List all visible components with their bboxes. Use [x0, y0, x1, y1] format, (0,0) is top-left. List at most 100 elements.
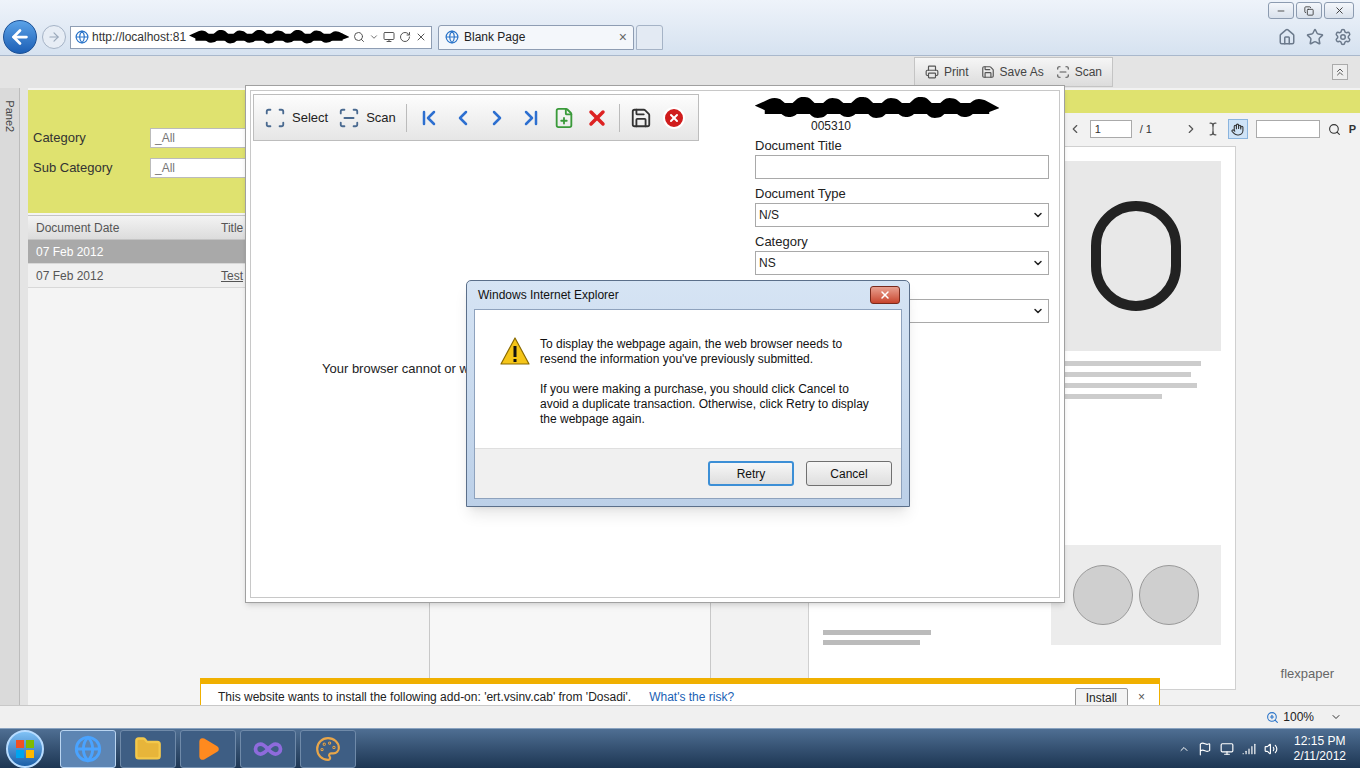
- delete-icon[interactable]: [585, 106, 609, 130]
- page-toolbar-button[interactable]: Save As: [981, 63, 1044, 81]
- visual-studio-icon: [253, 734, 283, 764]
- show-hidden-icons-icon[interactable]: [1178, 743, 1190, 755]
- info-bar: This website wants to install the follow…: [200, 678, 1160, 705]
- side-pane-label: Pane2: [1, 100, 18, 132]
- first-page-icon[interactable]: [417, 106, 441, 130]
- redacted-record-name: [755, 97, 999, 119]
- pan-tool[interactable]: [1228, 119, 1248, 139]
- navigation-row: http://localhost:81 Blank Page×: [0, 20, 1360, 55]
- column-header[interactable]: Title: [221, 219, 243, 237]
- info-bar-close[interactable]: ×: [1138, 688, 1145, 705]
- taskbar-app[interactable]: [180, 730, 236, 768]
- field-input[interactable]: [755, 155, 1049, 179]
- address-bar[interactable]: http://localhost:81: [70, 26, 432, 49]
- field-select[interactable]: N/S: [755, 203, 1049, 227]
- action-center-icon[interactable]: [1198, 742, 1212, 756]
- viewer-search-icon[interactable]: [1328, 123, 1341, 136]
- zoom-level[interactable]: 100%: [1283, 708, 1314, 726]
- plugin-message: Your browser cannot or w: [322, 359, 469, 379]
- browser-chrome: http://localhost:81 Blank Page×: [0, 0, 1360, 56]
- page-toolbar-button[interactable]: Scan: [1056, 63, 1102, 81]
- status-bar: 100%: [0, 705, 1360, 728]
- hand-icon: [1231, 123, 1244, 136]
- save-icon[interactable]: [630, 107, 652, 129]
- alert-button[interactable]: Retry: [708, 461, 794, 486]
- restore-button[interactable]: [1296, 2, 1322, 19]
- new-tab-button[interactable]: [636, 25, 663, 50]
- field-label: Document Title: [755, 136, 842, 156]
- internet-explorer-icon: [74, 735, 102, 763]
- side-pane[interactable]: Pane2: [0, 88, 20, 705]
- search-icon[interactable]: [353, 31, 365, 43]
- previous-page-icon[interactable]: [1068, 122, 1082, 136]
- stop-icon[interactable]: [415, 31, 427, 43]
- minimize-icon: [1276, 6, 1286, 16]
- page-input[interactable]: 1: [1090, 120, 1132, 138]
- taskbar-app[interactable]: [120, 730, 176, 768]
- minimize-button[interactable]: [1268, 2, 1294, 19]
- form-field: Document Title: [755, 137, 1049, 185]
- date-cell: 07 Feb 2012: [28, 243, 221, 261]
- next-icon[interactable]: [485, 106, 509, 130]
- scanner-toolbar: Select Scan: [253, 94, 699, 141]
- viewer-search-input[interactable]: [1256, 120, 1320, 138]
- next-page-icon[interactable]: [1184, 122, 1198, 136]
- collapse-button[interactable]: [1332, 64, 1348, 80]
- info-bar-link[interactable]: What's the risk?: [649, 688, 734, 705]
- clock[interactable]: 12:15 PM2/11/2012: [1294, 734, 1347, 764]
- volume-icon[interactable]: [1264, 742, 1278, 756]
- filter-label: Sub Category: [33, 158, 150, 178]
- column-header[interactable]: Document Date: [28, 219, 221, 237]
- refresh-icon[interactable]: [399, 31, 411, 43]
- close-scan-icon[interactable]: [662, 106, 686, 130]
- favorites-icon[interactable]: [1306, 28, 1324, 46]
- scanner-toolbar-button[interactable]: Select: [264, 107, 328, 129]
- form-field: Document TypeN/S: [755, 185, 1049, 233]
- page-toolbar: Print Save As Scan: [914, 57, 1113, 87]
- folder-icon: [134, 735, 162, 763]
- title-link[interactable]: Test: [221, 267, 243, 285]
- forward-button[interactable]: [42, 25, 66, 49]
- page-icon: [75, 30, 89, 44]
- compatibility-icon[interactable]: [383, 31, 395, 43]
- scanner-toolbar-button[interactable]: Scan: [338, 107, 396, 129]
- toolbar-button-icon: [1056, 65, 1070, 79]
- media-player-icon: [195, 736, 221, 762]
- network-icon[interactable]: [1242, 742, 1256, 756]
- back-button[interactable]: [3, 20, 37, 54]
- taskbar-app[interactable]: [300, 730, 356, 768]
- zoom-dropdown-icon[interactable]: [1330, 711, 1342, 723]
- previous-icon[interactable]: [451, 106, 475, 130]
- zoom-icon: [1266, 711, 1279, 724]
- tab-close-button[interactable]: ×: [619, 30, 627, 44]
- dropdown-icon[interactable]: [369, 32, 379, 42]
- clock-date: 2/11/2012: [1294, 749, 1347, 764]
- alert-title: Windows Internet Explorer: [478, 286, 619, 304]
- taskbar-app[interactable]: [60, 730, 116, 768]
- tools-gear-icon[interactable]: [1334, 28, 1352, 46]
- alert-button[interactable]: Cancel: [806, 461, 892, 486]
- text-select-icon[interactable]: [1206, 122, 1220, 136]
- alert-body: To display the webpage again, the web br…: [475, 310, 901, 448]
- home-icon[interactable]: [1278, 28, 1296, 46]
- viewer-search-label: P: [1349, 121, 1356, 138]
- browser-tab[interactable]: Blank Page×: [438, 25, 634, 50]
- page-toolbar-button[interactable]: Print: [925, 63, 969, 81]
- add-page-icon[interactable]: [553, 107, 575, 129]
- alert-close-button[interactable]: [870, 286, 900, 304]
- start-button[interactable]: [6, 730, 44, 768]
- alert-message: If you were making a purchase, you shoul…: [540, 382, 870, 427]
- speaker-photo: [1051, 545, 1221, 645]
- taskbar-app[interactable]: [240, 730, 296, 768]
- collapse-icon: [1334, 66, 1346, 78]
- field-label: Document Type: [755, 184, 846, 204]
- device-icon[interactable]: [1220, 742, 1234, 756]
- page-top-strip: Print Save As Scan: [0, 56, 1360, 88]
- redacted-address: [189, 30, 349, 44]
- last-page-icon[interactable]: [519, 106, 543, 130]
- close-window-button[interactable]: [1324, 2, 1354, 19]
- dropdown-arrow-icon: [1032, 305, 1044, 317]
- alert-footer: Retry Cancel: [475, 448, 901, 498]
- install-button[interactable]: Install: [1075, 688, 1128, 705]
- field-select[interactable]: NS: [755, 251, 1049, 275]
